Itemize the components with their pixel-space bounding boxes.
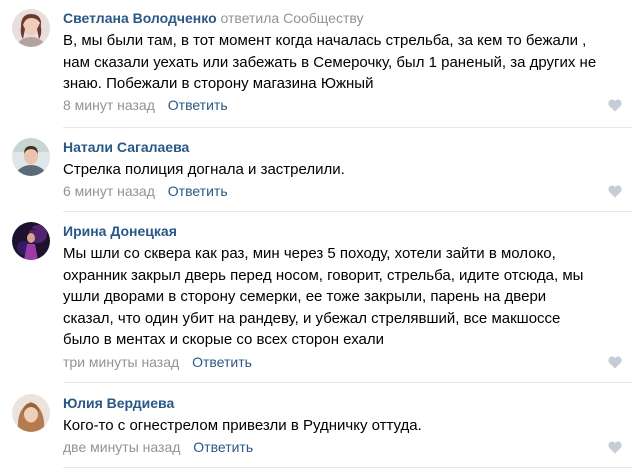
author-name[interactable]: Светлана Володченко	[63, 10, 217, 26]
timestamp[interactable]: три минуты назад	[63, 354, 179, 370]
comment-text-line: В, мы были там, в тот момент когда начал…	[63, 32, 587, 49]
comment-text: Кого-то с огнестрелом привезли в Рудничк…	[63, 415, 623, 437]
comment-text-line: ушли дворами в сторону семерки, ее тоже …	[63, 288, 547, 305]
heart-icon[interactable]	[608, 99, 622, 112]
comment-text-line: сказал, что один убит на рандеву, и убеж…	[63, 309, 561, 327]
comment-text-line: Мы шли со сквера как раз, мин через 5 по…	[63, 245, 556, 262]
comment-text: Мы шли со сквера как раз, мин через 5 по…	[63, 243, 623, 351]
author-name[interactable]: Ирина Донецкая	[63, 223, 177, 239]
avatar[interactable]	[12, 9, 50, 47]
timestamp[interactable]: 8 минут назад	[63, 97, 155, 113]
author-name[interactable]: Юлия Вердиева	[63, 395, 174, 411]
author-name[interactable]: Натали Сагалаева	[63, 139, 189, 155]
comment-header: Ирина Донецкая	[63, 222, 177, 240]
reply-to-label[interactable]: ответила Сообществу	[221, 10, 364, 26]
divider	[63, 467, 632, 468]
reply-button[interactable]: Ответить	[168, 97, 228, 113]
avatar[interactable]	[12, 138, 50, 176]
comments-list: Светлана Володченко ответила Сообществу …	[0, 0, 632, 469]
comment-text-line: знаю. Побежали в сторону магазина Южный	[63, 75, 374, 92]
avatar[interactable]	[12, 394, 50, 432]
comment-text: В, мы были там, в тот момент когда начал…	[63, 30, 623, 95]
comment-header: Светлана Володченко ответила Сообществу	[63, 9, 364, 27]
reply-button[interactable]: Ответить	[168, 183, 228, 199]
timestamp[interactable]: две минуты назад	[63, 439, 180, 455]
comment-text-line: охранник закрыл дверь перед носом, говор…	[63, 266, 584, 284]
comment-text-line: Кого-то с огнестрелом привезли в Рудничк…	[63, 417, 422, 434]
reply-button[interactable]: Ответить	[192, 354, 252, 370]
comment: Ирина Донецкая Мы шли со сквера как раз,…	[0, 212, 632, 383]
comment-meta: 6 минут назад Ответить	[63, 182, 228, 200]
reply-button[interactable]: Ответить	[193, 439, 253, 455]
comment-text-line: нам сказали уехать или забежать в Семеро…	[63, 53, 597, 71]
comment: Светлана Володченко ответила Сообществу …	[0, 0, 632, 128]
heart-icon[interactable]	[608, 185, 622, 198]
heart-icon[interactable]	[608, 441, 622, 454]
comment-meta: две минуты назад Ответить	[63, 438, 253, 456]
comment-header: Юлия Вердиева	[63, 394, 174, 412]
comment: Юлия Вердиева Кого-то с огнестрелом прив…	[0, 383, 632, 469]
comment-header: Натали Сагалаева	[63, 138, 189, 156]
comment-text-line: было в ментах и скорые со всех сторон ех…	[63, 331, 384, 348]
avatar[interactable]	[12, 222, 50, 260]
comment: Натали Сагалаева Стрелка полиция догнала…	[0, 128, 632, 212]
comment-meta: три минуты назад Ответить	[63, 353, 252, 371]
timestamp[interactable]: 6 минут назад	[63, 183, 155, 199]
comment-text: Стрелка полиция догнала и застрелили.	[63, 159, 623, 181]
heart-icon[interactable]	[608, 356, 622, 369]
comment-text-line: Стрелка полиция догнала и застрелили.	[63, 161, 345, 178]
comment-meta: 8 минут назад Ответить	[63, 96, 228, 114]
